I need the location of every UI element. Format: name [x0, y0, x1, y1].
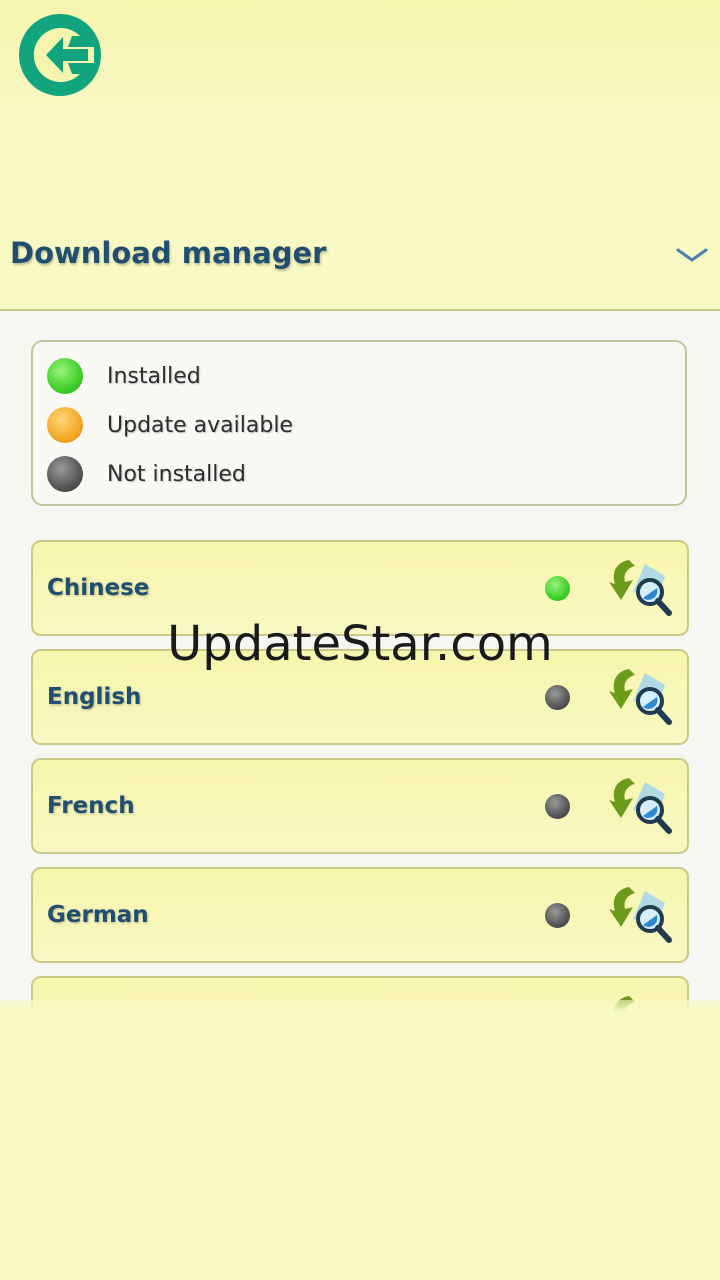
- legend-label: Update available: [107, 412, 293, 438]
- download-search-icon[interactable]: [607, 667, 675, 729]
- legend-label: Not installed: [107, 461, 246, 487]
- bottom-area: [0, 1000, 720, 1280]
- legend-row-installed: Installed: [47, 356, 201, 396]
- download-search-icon[interactable]: [607, 776, 675, 838]
- gray-status-dot-icon: [47, 456, 83, 492]
- chevron-down-icon[interactable]: [676, 244, 708, 266]
- language-name: German: [47, 902, 149, 928]
- not-installed-status-icon: [545, 903, 570, 928]
- section-header[interactable]: Download manager: [0, 104, 720, 311]
- back-button[interactable]: [18, 13, 102, 97]
- status-legend: Installed Update available Not installed: [31, 340, 687, 506]
- not-installed-status-icon: [545, 685, 570, 710]
- orange-status-dot-icon: [47, 407, 83, 443]
- watermark-text: UpdateStar.com: [167, 616, 553, 672]
- section-title: Download manager: [10, 236, 327, 270]
- not-installed-status-icon: [545, 794, 570, 819]
- legend-row-not-installed: Not installed: [47, 454, 246, 494]
- language-name: French: [47, 793, 135, 819]
- language-item-french[interactable]: French: [31, 758, 689, 854]
- download-search-icon[interactable]: [607, 558, 675, 620]
- legend-row-update: Update available: [47, 405, 293, 445]
- language-item-german[interactable]: German: [31, 867, 689, 963]
- download-search-icon[interactable]: [607, 885, 675, 947]
- installed-status-icon: [545, 576, 570, 601]
- legend-label: Installed: [107, 363, 201, 389]
- back-arrow-icon: [19, 14, 101, 96]
- green-status-dot-icon: [47, 358, 83, 394]
- top-bar: [0, 0, 720, 105]
